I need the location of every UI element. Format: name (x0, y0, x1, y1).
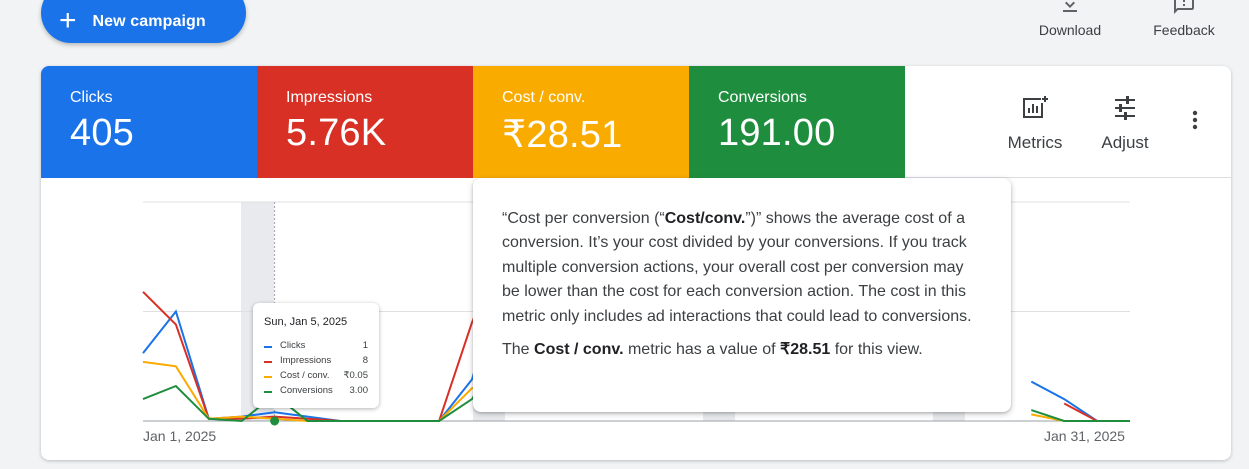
new-campaign-button[interactable]: + New campaign (41, 0, 246, 43)
series-swatch (264, 346, 272, 348)
tooltip-paragraph-2: The Cost / conv. metric has a value of ₹… (502, 338, 983, 362)
adjust-icon (1115, 96, 1135, 120)
x-axis-start-label: Jan 1, 2025 (143, 428, 217, 444)
tooltip-text: for this view. (830, 341, 923, 359)
tooltip-text: metric has a value of (623, 341, 781, 359)
download-icon (1063, 0, 1077, 12)
scorecard-value: 191.00 (718, 112, 836, 154)
hover-row-impressions: Impressions 8 (264, 355, 368, 369)
tooltip-bold-text: ₹28.51 (780, 341, 831, 359)
tooltip-bold-text: Cost/conv. (664, 210, 746, 227)
series-swatch (264, 391, 272, 393)
metrics-button[interactable]: Metrics (997, 94, 1073, 153)
feedback-label: Feedback (1153, 22, 1215, 38)
tooltip-bold-text: Cost / conv. (534, 341, 624, 359)
hover-row-cost-per-conv: Cost / conv. ₹0.05 (264, 370, 368, 384)
scorecard-value: 5.76K (286, 112, 387, 154)
scorecard-conversions[interactable]: Conversions 191.00 (689, 66, 905, 178)
download-label: Download (1038, 22, 1102, 38)
plus-icon: + (59, 3, 77, 37)
hover-row-name: Impressions (280, 355, 332, 366)
scorecard-name: Cost / conv. (502, 89, 586, 106)
chart-hover-card: Sun, Jan 5, 2025 Clicks 1 Impressions 8 … (253, 303, 379, 408)
adjust-label: Adjust (1101, 133, 1149, 152)
cost-per-conv-tooltip: “Cost per conversion (“Cost/conv.”)” sho… (473, 178, 1011, 412)
hover-row-value: 8 (362, 355, 368, 366)
chart-tools: Metrics Adjust (905, 66, 1231, 178)
metrics-icon (1023, 95, 1049, 118)
feedback-icon (1174, 0, 1194, 14)
tooltip-text: The (502, 341, 535, 359)
hover-row-value: 1 (362, 340, 368, 351)
more-vert-icon (1192, 110, 1198, 130)
scorecard-value: ₹28.51 (502, 114, 623, 156)
scorecard-name: Clicks (70, 89, 113, 106)
hover-row-name: Cost / conv. (280, 370, 330, 381)
hover-row-value: 3.00 (349, 385, 369, 396)
hover-row-name: Clicks (280, 340, 306, 351)
scorecard-name: Conversions (718, 89, 807, 106)
scorecard-name: Impressions (286, 89, 373, 106)
hover-row-value: ₹0.05 (343, 370, 368, 381)
tooltip-paragraph-1: “Cost per conversion (“Cost/conv.”)” sho… (502, 207, 983, 329)
hover-card-date: Sun, Jan 5, 2025 (264, 316, 348, 328)
scorecard-cost-per-conv[interactable]: Cost / conv. ₹28.51 (473, 66, 689, 178)
highlight-point (270, 416, 280, 426)
scorecard-value: 405 (70, 112, 135, 154)
scorecard-clicks[interactable]: Clicks 405 (41, 66, 257, 178)
metrics-label: Metrics (1007, 133, 1063, 152)
hover-row-conversions: Conversions 3.00 (264, 385, 368, 399)
hover-row-name: Conversions (280, 385, 333, 396)
new-campaign-label: New campaign (92, 12, 206, 30)
adjust-button[interactable]: Adjust (1089, 94, 1161, 153)
series-swatch (264, 376, 272, 378)
scorecard-impressions[interactable]: Impressions 5.76K (257, 66, 473, 178)
tooltip-text: “Cost per conversion (“ (502, 210, 665, 227)
x-axis-end-label: Jan 31, 2025 (1044, 428, 1125, 444)
series-swatch (264, 361, 272, 363)
tooltip-text: ”)” shows the average cost of a conversi… (502, 210, 972, 325)
more-options-button[interactable] (1183, 108, 1207, 137)
hover-row-clicks: Clicks 1 (264, 340, 368, 354)
